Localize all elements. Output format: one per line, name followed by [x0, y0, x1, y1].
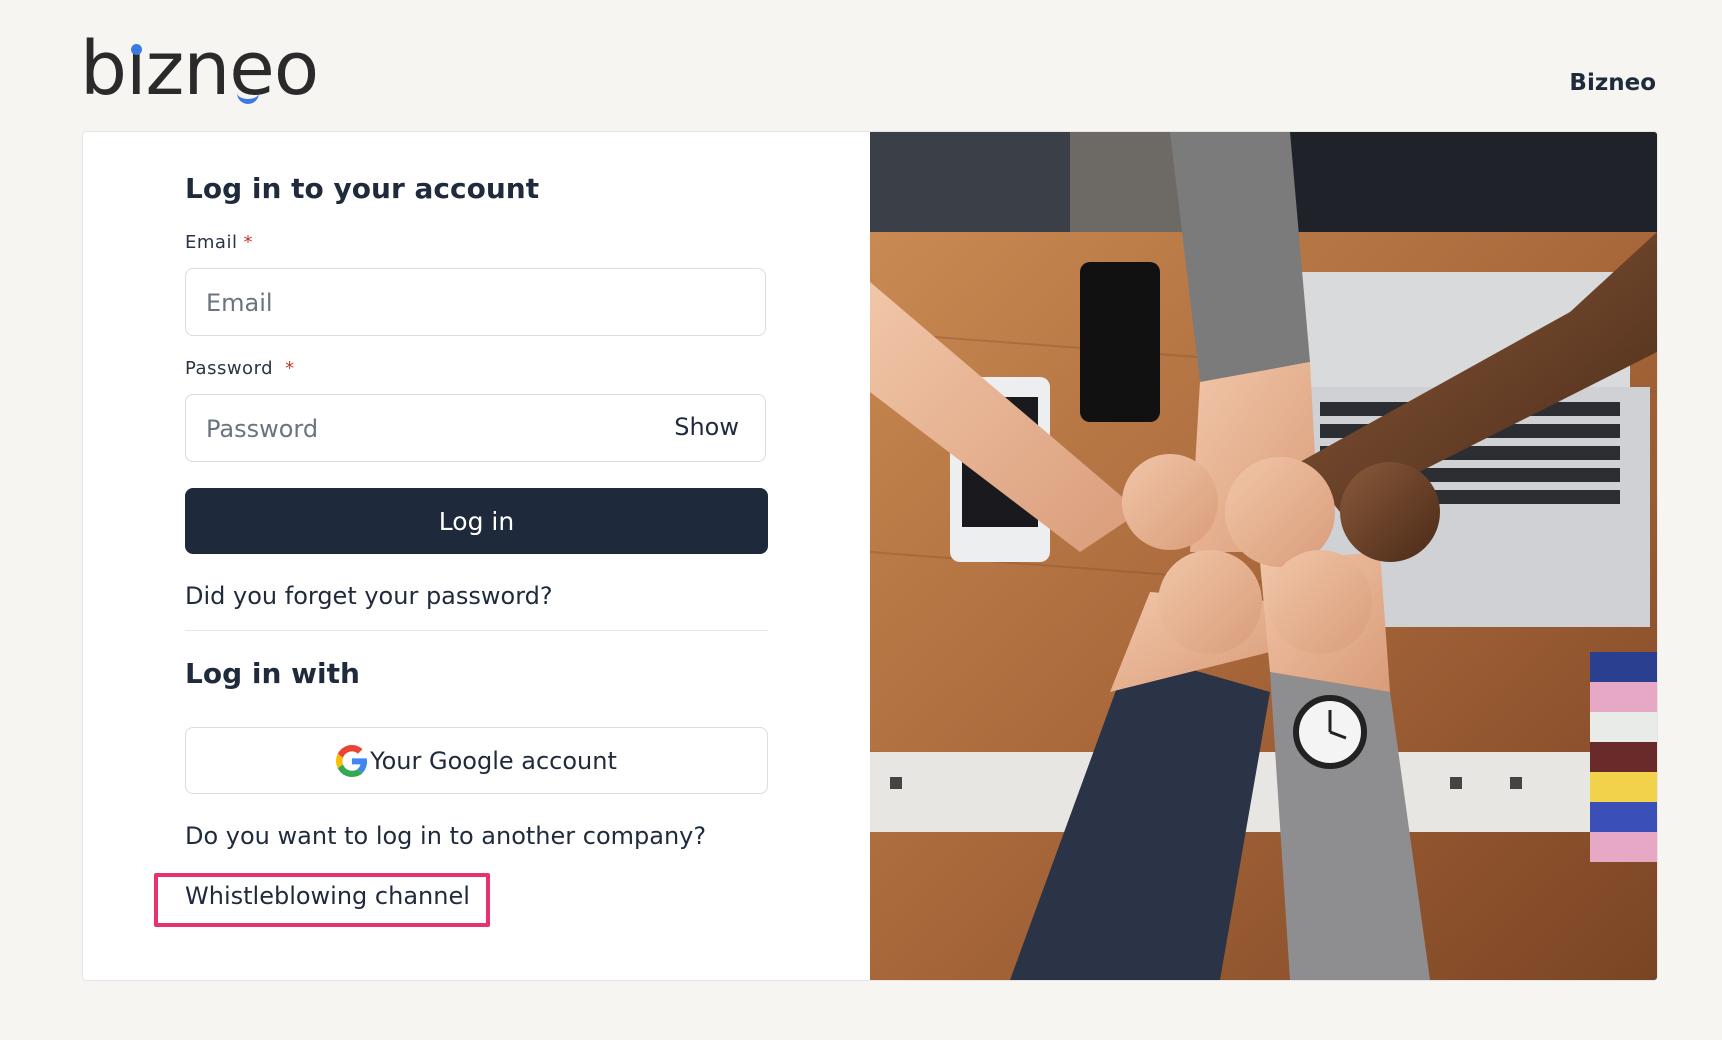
login-card: Log in to your account Email * Email Pass…	[82, 131, 1658, 981]
hands-fist-bump-image	[870, 132, 1657, 980]
login-with-title: Log in with	[185, 657, 360, 690]
bizneo-logo[interactable]: bı zne o	[80, 26, 319, 112]
email-field[interactable]: Email	[185, 268, 766, 336]
email-placeholder: Email	[206, 289, 273, 317]
teamwork-photo	[870, 132, 1657, 980]
login-button[interactable]: Log in	[185, 488, 768, 554]
logo-i: ı	[125, 26, 147, 112]
logo-text-b: b	[80, 26, 127, 112]
forgot-password-link[interactable]: Did you forget your password?	[185, 582, 768, 614]
required-mark: *	[285, 358, 295, 379]
whistleblowing-channel-link[interactable]: Whistleblowing channel	[185, 882, 470, 910]
divider	[185, 630, 768, 631]
show-password-button[interactable]: Show	[674, 413, 739, 441]
login-form: Log in to your account Email * Email Pass…	[185, 172, 768, 854]
email-label: Email *	[185, 232, 253, 253]
password-field[interactable]: Password Show	[185, 394, 766, 462]
login-title: Log in to your account	[185, 172, 540, 205]
google-button-label: Your Google account	[370, 746, 617, 775]
password-label: Password *	[185, 358, 295, 379]
google-login-button[interactable]: Your Google account	[185, 727, 768, 794]
another-company-link[interactable]: Do you want to log in to another company…	[185, 822, 768, 854]
password-placeholder: Password	[206, 415, 319, 443]
required-mark: *	[243, 232, 253, 253]
bizneo-top-link[interactable]: Bizneo	[1569, 70, 1656, 96]
google-icon	[336, 744, 368, 777]
